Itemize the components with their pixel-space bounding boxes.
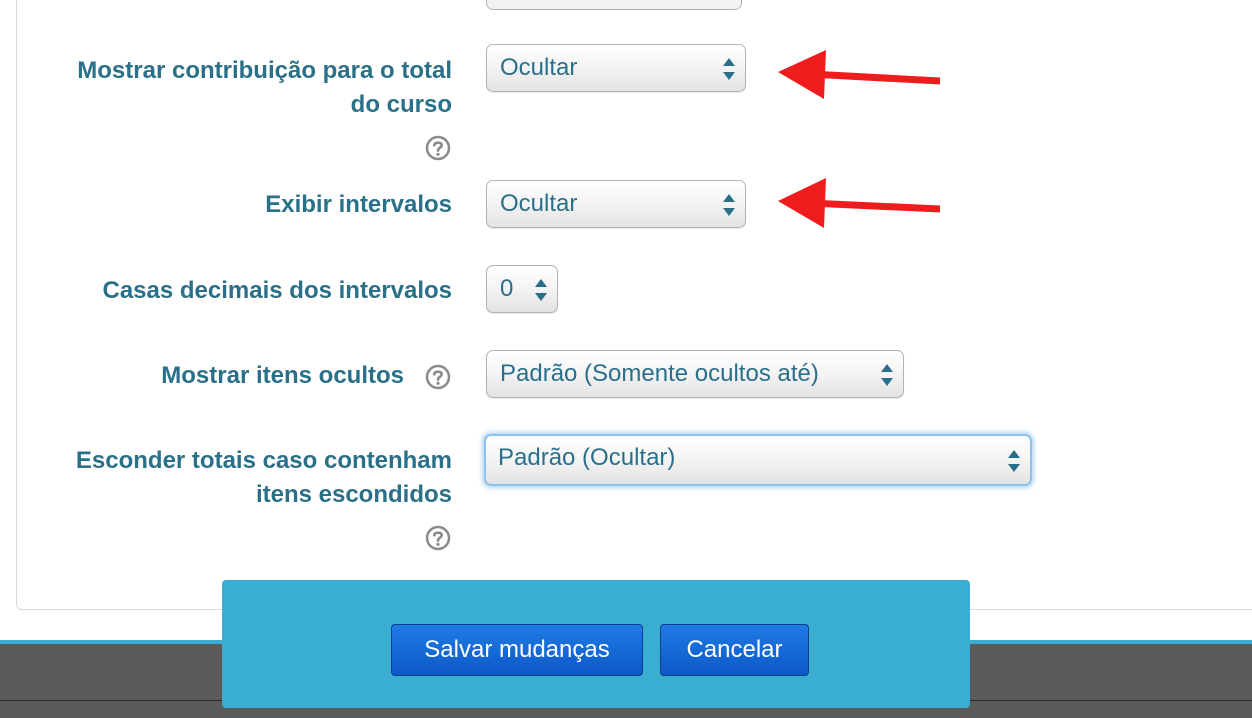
label-show-hidden-items: Mostrar itens ocultos [161, 362, 404, 389]
red-arrow-annotation [778, 50, 941, 99]
select-value: Padrão (Ocultar) [498, 444, 676, 471]
select-value: Padrão (Somente ocultos até) [500, 360, 819, 387]
form-action-bar: Salvar mudanças Cancelar [222, 580, 970, 708]
select-value: 0 [500, 275, 514, 302]
select-arrows-icon [881, 363, 893, 387]
select-value: Ocultar [500, 190, 578, 217]
select-arrows-icon [723, 193, 735, 217]
previous-select-partial[interactable] [486, 0, 742, 10]
red-arrow-annotation [778, 178, 941, 228]
help-icon[interactable] [425, 525, 451, 551]
select-value: Ocultar [500, 54, 578, 81]
select-show-contribution[interactable]: Ocultar [486, 44, 746, 92]
select-arrows-icon [723, 57, 735, 81]
select-hide-totals[interactable]: Padrão (Ocultar) [484, 434, 1032, 486]
select-show-ranges[interactable]: Ocultar [486, 180, 746, 228]
help-icon[interactable] [425, 135, 451, 161]
label-show-contribution: Mostrar contribuição para o total do cur… [77, 57, 452, 118]
select-arrows-icon [535, 278, 547, 302]
label-show-ranges: Exibir intervalos [265, 191, 452, 218]
select-show-hidden-items[interactable]: Padrão (Somente ocultos até) [486, 350, 904, 398]
label-hide-totals: Esconder totais caso contenham itens esc… [75, 447, 452, 508]
cancel-button[interactable]: Cancelar [660, 624, 809, 676]
help-icon[interactable] [425, 364, 451, 390]
save-changes-button[interactable]: Salvar mudanças [391, 624, 643, 676]
label-range-decimals: Casas decimais dos intervalos [102, 277, 453, 304]
select-range-decimals[interactable]: 0 [486, 265, 558, 313]
select-arrows-icon [1008, 449, 1020, 473]
